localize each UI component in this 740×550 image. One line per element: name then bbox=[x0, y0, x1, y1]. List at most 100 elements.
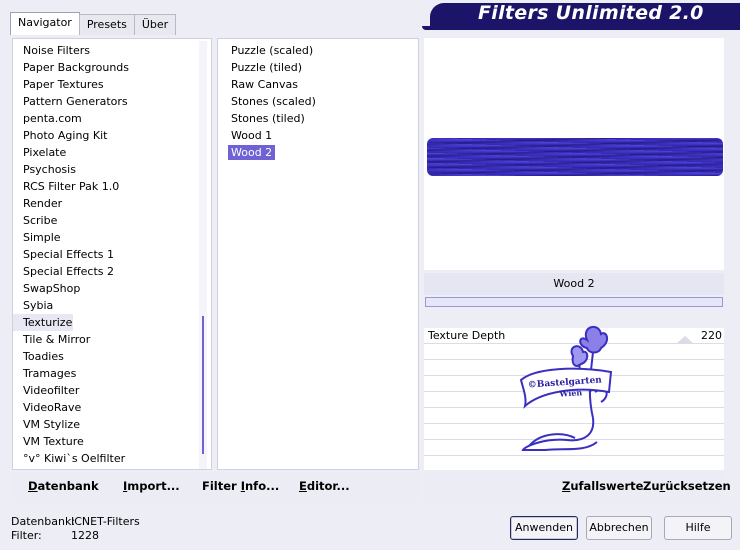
tab-bar: Navigator Presets Über bbox=[10, 12, 177, 35]
category-item[interactable]: Special Effects 1 bbox=[13, 246, 211, 263]
category-item-label: Texturize bbox=[23, 316, 73, 329]
filter-item-label: Raw Canvas bbox=[231, 78, 299, 91]
category-item[interactable]: Photo Aging Kit bbox=[13, 127, 211, 144]
category-item-label: Videofilter bbox=[23, 384, 80, 397]
category-item-label: °v° Kiwi`s Oelfilter bbox=[23, 452, 126, 465]
filter-item-label: Stones (scaled) bbox=[231, 95, 316, 108]
category-item-label: RCS Filter Pak 1.0 bbox=[23, 180, 120, 193]
filter-item-label: Puzzle (tiled) bbox=[231, 61, 303, 74]
status-database-value: ICNET-Filters bbox=[71, 515, 140, 528]
category-item-label: penta.com bbox=[23, 112, 82, 125]
filters-unlimited-window: Navigator Presets Über Filters Unlimited… bbox=[0, 0, 740, 550]
category-item[interactable]: Paper Textures bbox=[13, 76, 211, 93]
category-item[interactable]: Texturize bbox=[13, 314, 73, 331]
category-scroll-thumb[interactable] bbox=[202, 316, 204, 454]
category-item[interactable]: VM Stylize bbox=[13, 416, 211, 433]
datenbank-link[interactable]: Datenbank bbox=[28, 479, 99, 493]
filter-item[interactable]: Puzzle (scaled) bbox=[218, 42, 418, 59]
category-item-label: VideoRave bbox=[23, 401, 82, 414]
status-database: Datenbank:ICNET-Filters bbox=[11, 515, 140, 528]
filter-item-label: Wood 2 bbox=[228, 145, 276, 160]
category-item[interactable]: VideoRave bbox=[13, 399, 211, 416]
category-item[interactable]: °v° Kiwi`s Oelfilter bbox=[13, 450, 211, 467]
filter-info-link[interactable]: Filter Info... bbox=[202, 479, 279, 493]
status-database-label: Datenbank: bbox=[11, 515, 76, 528]
param-label: Texture Depth bbox=[428, 329, 506, 342]
category-item-label: Paper Backgrounds bbox=[23, 61, 130, 74]
cancel-button[interactable]: Abbrechen bbox=[586, 516, 652, 540]
filter-action-bar: Datenbank Import... Filter Info... Edito… bbox=[12, 472, 419, 498]
category-item-label: Render bbox=[23, 197, 63, 210]
status-filter: Filter: 1228 bbox=[11, 529, 99, 542]
category-list[interactable]: Noise Filters Paper Backgrounds Paper Text… bbox=[13, 39, 211, 467]
category-item[interactable]: Tramages bbox=[13, 365, 211, 382]
filter-item[interactable]: Stones (tiled) bbox=[218, 110, 418, 127]
category-item[interactable]: Scribe bbox=[13, 212, 211, 229]
random-values-link[interactable]: Zufallswerte bbox=[562, 479, 643, 493]
category-item-label: SwapShop bbox=[23, 282, 81, 295]
status-filter-value: 1228 bbox=[71, 529, 99, 542]
category-item[interactable]: Sybia bbox=[13, 297, 211, 314]
parameter-action-bar: Zufallswerte Zurücksetzen bbox=[424, 472, 731, 498]
filter-item-label: Wood 1 bbox=[231, 129, 273, 142]
category-item-label: Simple bbox=[23, 231, 61, 244]
filter-item[interactable]: Raw Canvas bbox=[218, 76, 418, 93]
filter-item[interactable]: Stones (scaled) bbox=[218, 93, 418, 110]
preview-panel bbox=[424, 38, 724, 270]
logo-line-2: Wien bbox=[558, 387, 583, 399]
filter-item-label: Puzzle (scaled) bbox=[231, 44, 314, 57]
category-item-label: Pixelate bbox=[23, 146, 67, 159]
reset-link[interactable]: Zurücksetzen bbox=[643, 479, 731, 493]
category-item[interactable]: Pixelate bbox=[13, 144, 211, 161]
filter-item-label: Stones (tiled) bbox=[231, 112, 305, 125]
filter-item[interactable]: Puzzle (tiled) bbox=[218, 59, 418, 76]
filter-item[interactable]: Wood 1 bbox=[218, 127, 418, 144]
category-item[interactable]: Render bbox=[13, 195, 211, 212]
category-item[interactable]: SwapShop bbox=[13, 280, 211, 297]
category-item[interactable]: Simple bbox=[13, 229, 211, 246]
category-item-label: Psychosis bbox=[23, 163, 76, 176]
category-item-label: Paper Textures bbox=[23, 78, 104, 91]
filter-list-panel: Puzzle (scaled) Puzzle (tiled) Raw Canvas S… bbox=[217, 38, 419, 470]
apply-button[interactable]: Anwenden bbox=[510, 516, 578, 540]
category-item-label: Tile & Mirror bbox=[23, 333, 91, 346]
bastelgarten-watermark-logo: ©Bastelgarten Wien bbox=[519, 325, 613, 451]
category-item[interactable]: Pattern Generators bbox=[13, 93, 211, 110]
progress-bar bbox=[425, 297, 723, 307]
category-item-label: VM Texture bbox=[23, 435, 84, 448]
category-item[interactable]: Videofilter bbox=[13, 382, 211, 399]
category-item[interactable]: penta.com bbox=[13, 110, 211, 127]
category-item[interactable]: Paper Backgrounds bbox=[13, 59, 211, 76]
tab-ueber[interactable]: Über bbox=[133, 14, 177, 35]
category-item-label: Photo Aging Kit bbox=[23, 129, 108, 142]
category-item-label: Scribe bbox=[23, 214, 58, 227]
editor-link[interactable]: Editor... bbox=[299, 479, 350, 493]
status-filter-label: Filter: bbox=[11, 529, 42, 542]
category-item-label: VM Stylize bbox=[23, 418, 80, 431]
slider-marker-icon[interactable] bbox=[677, 336, 693, 343]
category-item[interactable]: Noise Filters bbox=[13, 42, 211, 59]
tab-navigator[interactable]: Navigator bbox=[10, 12, 80, 35]
category-item-label: Sybia bbox=[23, 299, 54, 312]
import-link[interactable]: Import... bbox=[123, 479, 180, 493]
category-item[interactable]: VM Texture bbox=[13, 433, 211, 450]
category-item[interactable]: Psychosis bbox=[13, 161, 211, 178]
category-list-panel: Noise Filters Paper Backgrounds Paper Text… bbox=[12, 38, 212, 470]
filter-item[interactable]: Wood 2 bbox=[218, 144, 418, 161]
filter-list[interactable]: Puzzle (scaled) Puzzle (tiled) Raw Canvas S… bbox=[218, 39, 418, 161]
selected-filter-title: Wood 2 bbox=[424, 273, 724, 295]
category-item[interactable]: Special Effects 2 bbox=[13, 263, 211, 280]
param-value: 220 bbox=[701, 329, 722, 342]
category-item[interactable]: Toadies bbox=[13, 348, 211, 365]
category-item-label: Noise Filters bbox=[23, 44, 90, 57]
texture-preview-swatch bbox=[427, 138, 723, 176]
tab-presets[interactable]: Presets bbox=[78, 14, 135, 35]
category-item-label: Special Effects 1 bbox=[23, 248, 115, 261]
category-item-label: Pattern Generators bbox=[23, 95, 128, 108]
app-title: Filters Unlimited 2.0 bbox=[478, 2, 704, 24]
category-item-label: Toadies bbox=[23, 350, 64, 363]
category-item[interactable]: RCS Filter Pak 1.0 bbox=[13, 178, 211, 195]
help-button[interactable]: Hilfe bbox=[664, 516, 732, 540]
category-item[interactable]: Tile & Mirror bbox=[13, 331, 211, 348]
category-item-label: Special Effects 2 bbox=[23, 265, 115, 278]
